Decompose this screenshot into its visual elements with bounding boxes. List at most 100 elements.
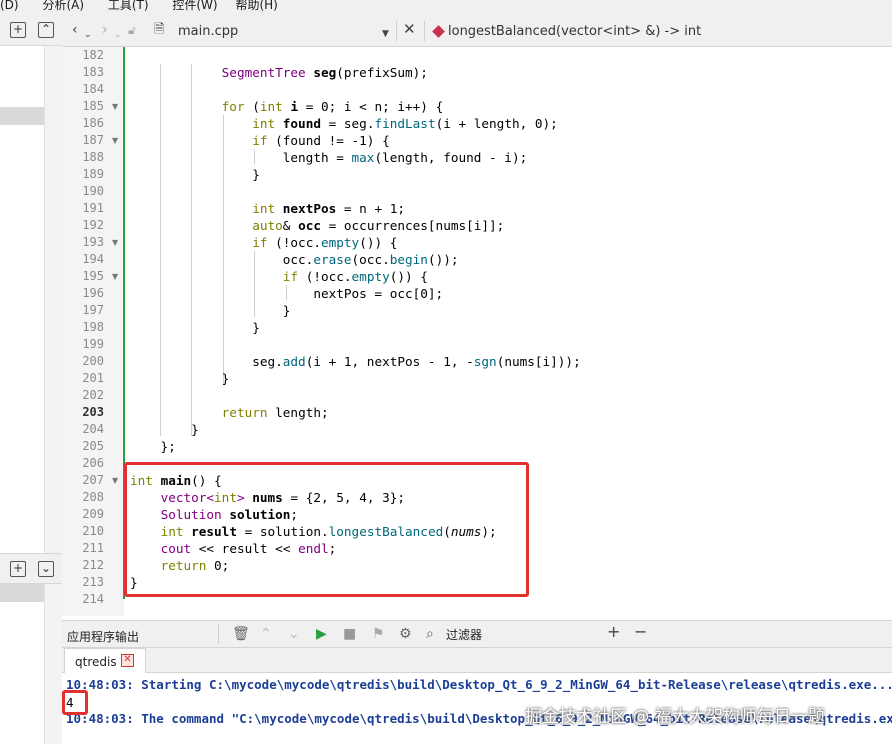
line-number: 190 <box>82 184 104 198</box>
menu-item-tools[interactable]: 工具(T) <box>108 0 155 11</box>
code-line: seg.add(i + 1, nextPos - 1, -sgn(nums[i]… <box>130 354 581 369</box>
collapse-icon[interactable]: ⌃ <box>38 22 54 38</box>
fold-marker-icon[interactable]: ▼ <box>112 268 118 285</box>
menu-item-help[interactable]: 帮助(H) <box>235 0 283 11</box>
settings-icon[interactable]: ⚙ <box>399 627 412 641</box>
add-split-icon[interactable]: + <box>10 561 26 577</box>
output-tabs: qtredis ✕ <box>62 648 892 673</box>
menu-item-d[interactable]: (D) <box>0 0 25 11</box>
sidebar-scrollbar[interactable] <box>44 584 62 744</box>
line-number: 183 <box>82 65 104 79</box>
code-line: } <box>130 422 199 437</box>
fold-marker-icon[interactable]: ▼ <box>112 132 118 149</box>
back-icon[interactable]: ‹ <box>72 23 78 37</box>
line-number: 214 <box>82 592 104 606</box>
fold-marker-icon[interactable]: ▼ <box>112 98 118 115</box>
code-line: } <box>130 167 260 182</box>
code-line: if (!occ.empty()) { <box>282 269 428 284</box>
editor-toolbar: ‹ ⌄ › ⌄ 🔓︎ 🗎︎ main.cpp ▼ ✕ longestBalanc… <box>62 15 892 47</box>
menu-item-analyze[interactable]: 分析(A) <box>42 0 90 11</box>
expand-icon[interactable]: ⌄ <box>38 561 54 577</box>
line-number: 208 <box>82 490 104 504</box>
code-line: return length; <box>221 405 329 420</box>
sidebar-top-toolbar: + ⌃ <box>0 15 62 46</box>
line-number: 199 <box>82 337 104 351</box>
code-line: } <box>130 575 138 590</box>
forward-icon[interactable]: › <box>102 23 108 37</box>
line-number: 202 <box>82 388 104 402</box>
line-number: 193 <box>82 235 104 249</box>
code-line: int found = seg.findLast(i + length, 0); <box>252 116 558 131</box>
code-editor[interactable]: 182 183 184 185 ▼ 186 187 ▼ 188 189 190 191 192 193 ▼ 1… <box>62 47 892 616</box>
zoom-out-icon[interactable]: − <box>634 624 647 640</box>
add-split-icon[interactable]: + <box>10 22 26 38</box>
watermark: 掘金技术社区 @ 福大大架构师每日一题 <box>525 707 825 727</box>
code-line: SegmentTree seg(prefixSum); <box>221 65 428 80</box>
lock-icon: 🔓︎ <box>128 23 136 37</box>
change-marker-bar <box>123 47 125 599</box>
line-number: 212 <box>82 558 104 572</box>
function-selector[interactable]: longestBalanced(vector<int> &) -> int <box>448 24 701 39</box>
line-number: 207 <box>82 473 104 487</box>
line-number: 182 <box>82 48 104 62</box>
back-menu-icon[interactable]: ⌄ <box>84 28 92 42</box>
line-number: 204 <box>82 422 104 436</box>
filter-search-icon[interactable]: ⌕ <box>426 627 434 641</box>
code-line: int nextPos = n + 1; <box>252 201 406 216</box>
code-line: if (found != -1) { <box>252 133 390 148</box>
code-line: if (!occ.empty()) { <box>252 235 398 250</box>
line-number: 189 <box>82 167 104 181</box>
line-number: 203 <box>82 405 104 419</box>
line-number: 211 <box>82 541 104 555</box>
code-line: }; <box>130 439 176 454</box>
tab-label: qtredis <box>75 655 117 669</box>
line-number: 209 <box>82 507 104 521</box>
attach-debugger-icon[interactable]: ⚑ <box>372 627 385 641</box>
output-line: 10:48:03: Starting C:\mycode\mycode\qtre… <box>66 677 892 692</box>
line-number: 187 <box>82 133 104 147</box>
file-icon: 🗎︎ <box>154 22 165 37</box>
left-sidebar: + ⌃ + ⌄ <box>0 15 62 744</box>
zoom-in-icon[interactable]: + <box>607 624 620 640</box>
sidebar-scrollbar[interactable] <box>44 46 62 556</box>
code-line: auto& occ = occurrences[nums[i]]; <box>252 218 505 233</box>
code-line: } <box>130 303 291 318</box>
code-line: nextPos = occ[0]; <box>130 286 444 301</box>
code-line: occ.erase(occ.begin()); <box>130 252 459 267</box>
line-number: 185 <box>82 99 104 113</box>
line-number: 192 <box>82 218 104 232</box>
forward-menu-icon[interactable]: ⌄ <box>114 28 122 42</box>
menu-bar: (D) 分析(A) 工具(T) 控件(W) 帮助(H) <box>0 0 892 15</box>
code-line: cout << result << endl; <box>160 541 337 556</box>
line-number: 201 <box>82 371 104 385</box>
tab-close-icon[interactable]: ✕ <box>121 654 134 667</box>
line-number: 198 <box>82 320 104 334</box>
code-line: Solution solution; <box>160 507 299 522</box>
line-number: 206 <box>82 456 104 470</box>
tab-qtredis[interactable]: qtredis ✕ <box>64 648 146 673</box>
line-number: 184 <box>82 82 104 96</box>
close-icon[interactable]: ✕ <box>403 22 416 37</box>
previous-item-icon[interactable]: ⌃ <box>260 627 272 641</box>
output-panel-title: 应用程序输出 <box>67 630 140 644</box>
line-number: 200 <box>82 354 104 368</box>
function-symbol-icon <box>432 25 445 38</box>
stop-icon[interactable]: ■ <box>343 627 356 641</box>
menu-item-widgets[interactable]: 控件(W) <box>172 0 223 11</box>
code-line: } <box>130 320 260 335</box>
clear-icon[interactable]: 🗑︎ <box>232 627 250 641</box>
code-line: return 0; <box>160 558 230 573</box>
file-dropdown-icon[interactable]: ▼ <box>382 27 389 41</box>
fold-marker-icon[interactable]: ▼ <box>112 234 118 251</box>
code-line: int main() { <box>130 473 222 488</box>
toolbar-divider <box>218 624 219 644</box>
run-icon[interactable]: ▶ <box>316 627 327 641</box>
line-number: 188 <box>82 150 104 164</box>
line-number: 197 <box>82 303 104 317</box>
output-line: 4 <box>66 695 74 710</box>
next-item-icon[interactable]: ⌄ <box>288 627 300 641</box>
fold-marker-icon[interactable]: ▼ <box>112 472 118 489</box>
filter-label[interactable]: 过滤器 <box>446 628 482 642</box>
line-number: 186 <box>82 116 104 130</box>
file-name[interactable]: main.cpp <box>178 24 238 39</box>
